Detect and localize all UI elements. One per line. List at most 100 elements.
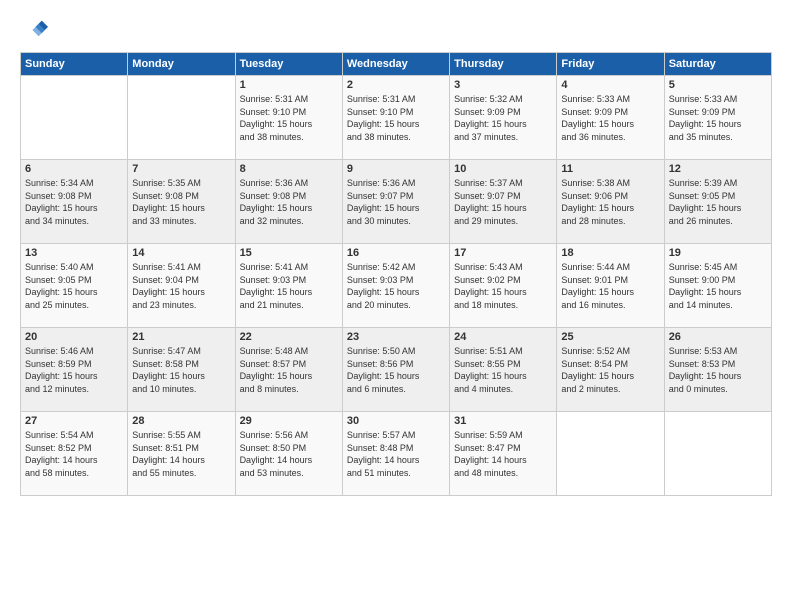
- day-info: Sunrise: 5:33 AM Sunset: 9:09 PM Dayligh…: [669, 93, 767, 143]
- day-number: 23: [347, 331, 445, 343]
- calendar-cell: 12Sunrise: 5:39 AM Sunset: 9:05 PM Dayli…: [664, 160, 771, 244]
- calendar-cell: 13 Sunrise: 5:40 AM Sunset: 9:05 PM Dayli…: [21, 244, 128, 328]
- day-number: 16: [347, 247, 445, 259]
- day-info: Sunrise: 5:51 AM Sunset: 8:55 PM Dayligh…: [454, 345, 552, 395]
- calendar-cell: 1 Sunrise: 5:31 AM Sunset: 9:10 PM Daylig…: [235, 76, 342, 160]
- day-info: Sunrise: 5:32 AM Sunset: 9:09 PM Dayligh…: [454, 93, 552, 143]
- calendar-cell: 5 Sunrise: 5:33 AM Sunset: 9:09 PM Daylig…: [664, 76, 771, 160]
- calendar-cell: 27 Sunrise: 5:54 AM Sunset: 8:52 PM Dayli…: [21, 412, 128, 496]
- day-info: Sunrise: 5:31 AM Sunset: 9:10 PM Dayligh…: [347, 93, 445, 143]
- day-number: 19: [669, 247, 767, 259]
- day-info: Sunrise: 5:31 AM Sunset: 9:10 PM Dayligh…: [240, 93, 338, 143]
- calendar-cell: 28 Sunrise: 5:55 AM Sunset: 8:51 PM Dayli…: [128, 412, 235, 496]
- calendar-cell: [21, 76, 128, 160]
- day-number: 2: [347, 79, 445, 91]
- day-number: 6: [25, 163, 123, 175]
- day-number: 17: [454, 247, 552, 259]
- day-number: 1: [240, 79, 338, 91]
- calendar-cell: 10 Sunrise: 5:37 AM Sunset: 9:07 PM Dayli…: [450, 160, 557, 244]
- day-info: Sunrise: 5:33 AM Sunset: 9:09 PM Dayligh…: [561, 93, 659, 143]
- calendar-cell: 15 Sunrise: 5:41 AM Sunset: 9:03 PM Dayli…: [235, 244, 342, 328]
- calendar-cell: 29 Sunrise: 5:56 AM Sunset: 8:50 PM Dayli…: [235, 412, 342, 496]
- day-number: 11: [561, 163, 659, 175]
- logo-icon: [20, 16, 48, 44]
- calendar-cell: 11 Sunrise: 5:38 AM Sunset: 9:06 PM Dayli…: [557, 160, 664, 244]
- calendar-cell: 26 Sunrise: 5:53 AM Sunset: 8:53 PM Dayli…: [664, 328, 771, 412]
- day-info: Sunrise: 5:52 AM Sunset: 8:54 PM Dayligh…: [561, 345, 659, 395]
- day-info: Sunrise: 5:34 AM Sunset: 9:08 PM Dayligh…: [25, 177, 123, 227]
- calendar-table: SundayMondayTuesdayWednesdayThursdayFrid…: [20, 52, 772, 496]
- day-number: 7: [132, 163, 230, 175]
- header-day-saturday: Saturday: [664, 53, 771, 76]
- day-info: Sunrise: 5:35 AM Sunset: 9:08 PM Dayligh…: [132, 177, 230, 227]
- calendar-cell: [557, 412, 664, 496]
- header: [20, 16, 772, 44]
- day-number: 15: [240, 247, 338, 259]
- day-info: Sunrise: 5:55 AM Sunset: 8:51 PM Dayligh…: [132, 429, 230, 479]
- day-info: Sunrise: 5:45 AM Sunset: 9:00 PM Dayligh…: [669, 261, 767, 311]
- day-info: Sunrise: 5:59 AM Sunset: 8:47 PM Dayligh…: [454, 429, 552, 479]
- header-day-sunday: Sunday: [21, 53, 128, 76]
- day-info: Sunrise: 5:41 AM Sunset: 9:03 PM Dayligh…: [240, 261, 338, 311]
- header-day-monday: Monday: [128, 53, 235, 76]
- day-number: 28: [132, 415, 230, 427]
- day-number: 13: [25, 247, 123, 259]
- day-number: 9: [347, 163, 445, 175]
- day-info: Sunrise: 5:56 AM Sunset: 8:50 PM Dayligh…: [240, 429, 338, 479]
- day-info: Sunrise: 5:39 AM Sunset: 9:05 PM Dayligh…: [669, 177, 767, 227]
- day-number: 5: [669, 79, 767, 91]
- day-number: 26: [669, 331, 767, 343]
- day-info: Sunrise: 5:38 AM Sunset: 9:06 PM Dayligh…: [561, 177, 659, 227]
- calendar-cell: 4Sunrise: 5:33 AM Sunset: 9:09 PM Daylig…: [557, 76, 664, 160]
- day-number: 30: [347, 415, 445, 427]
- calendar-cell: 19 Sunrise: 5:45 AM Sunset: 9:00 PM Dayli…: [664, 244, 771, 328]
- day-info: Sunrise: 5:53 AM Sunset: 8:53 PM Dayligh…: [669, 345, 767, 395]
- calendar-cell: 20 Sunrise: 5:46 AM Sunset: 8:59 PM Dayli…: [21, 328, 128, 412]
- day-info: Sunrise: 5:43 AM Sunset: 9:02 PM Dayligh…: [454, 261, 552, 311]
- day-info: Sunrise: 5:37 AM Sunset: 9:07 PM Dayligh…: [454, 177, 552, 227]
- calendar-cell: 18 Sunrise: 5:44 AM Sunset: 9:01 PM Dayli…: [557, 244, 664, 328]
- day-number: 18: [561, 247, 659, 259]
- calendar-cell: 3 Sunrise: 5:32 AM Sunset: 9:09 PM Daylig…: [450, 76, 557, 160]
- header-day-wednesday: Wednesday: [342, 53, 449, 76]
- day-number: 20: [25, 331, 123, 343]
- day-number: 27: [25, 415, 123, 427]
- header-day-tuesday: Tuesday: [235, 53, 342, 76]
- week-row-1: 1 Sunrise: 5:31 AM Sunset: 9:10 PM Daylig…: [21, 76, 772, 160]
- week-row-5: 27 Sunrise: 5:54 AM Sunset: 8:52 PM Dayli…: [21, 412, 772, 496]
- calendar-cell: 6 Sunrise: 5:34 AM Sunset: 9:08 PM Daylig…: [21, 160, 128, 244]
- header-day-friday: Friday: [557, 53, 664, 76]
- day-info: Sunrise: 5:46 AM Sunset: 8:59 PM Dayligh…: [25, 345, 123, 395]
- header-day-thursday: Thursday: [450, 53, 557, 76]
- day-info: Sunrise: 5:54 AM Sunset: 8:52 PM Dayligh…: [25, 429, 123, 479]
- calendar-cell: 8Sunrise: 5:36 AM Sunset: 9:08 PM Daylig…: [235, 160, 342, 244]
- calendar-cell: 21 Sunrise: 5:47 AM Sunset: 8:58 PM Dayli…: [128, 328, 235, 412]
- calendar-cell: 30 Sunrise: 5:57 AM Sunset: 8:48 PM Dayli…: [342, 412, 449, 496]
- calendar-cell: 9 Sunrise: 5:36 AM Sunset: 9:07 PM Daylig…: [342, 160, 449, 244]
- calendar-cell: 7 Sunrise: 5:35 AM Sunset: 9:08 PM Daylig…: [128, 160, 235, 244]
- header-row: SundayMondayTuesdayWednesdayThursdayFrid…: [21, 53, 772, 76]
- week-row-2: 6 Sunrise: 5:34 AM Sunset: 9:08 PM Daylig…: [21, 160, 772, 244]
- day-info: Sunrise: 5:42 AM Sunset: 9:03 PM Dayligh…: [347, 261, 445, 311]
- calendar-cell: 14Sunrise: 5:41 AM Sunset: 9:04 PM Dayli…: [128, 244, 235, 328]
- day-number: 3: [454, 79, 552, 91]
- calendar-cell: 22Sunrise: 5:48 AM Sunset: 8:57 PM Dayli…: [235, 328, 342, 412]
- day-info: Sunrise: 5:47 AM Sunset: 8:58 PM Dayligh…: [132, 345, 230, 395]
- day-number: 25: [561, 331, 659, 343]
- day-info: Sunrise: 5:41 AM Sunset: 9:04 PM Dayligh…: [132, 261, 230, 311]
- day-info: Sunrise: 5:40 AM Sunset: 9:05 PM Dayligh…: [25, 261, 123, 311]
- week-row-3: 13 Sunrise: 5:40 AM Sunset: 9:05 PM Dayli…: [21, 244, 772, 328]
- day-number: 22: [240, 331, 338, 343]
- calendar-cell: 17 Sunrise: 5:43 AM Sunset: 9:02 PM Dayli…: [450, 244, 557, 328]
- day-info: Sunrise: 5:44 AM Sunset: 9:01 PM Dayligh…: [561, 261, 659, 311]
- calendar-cell: [128, 76, 235, 160]
- day-number: 8: [240, 163, 338, 175]
- calendar-cell: 31Sunrise: 5:59 AM Sunset: 8:47 PM Dayli…: [450, 412, 557, 496]
- calendar-cell: 23Sunrise: 5:50 AM Sunset: 8:56 PM Dayli…: [342, 328, 449, 412]
- day-number: 24: [454, 331, 552, 343]
- day-info: Sunrise: 5:36 AM Sunset: 9:07 PM Dayligh…: [347, 177, 445, 227]
- day-number: 29: [240, 415, 338, 427]
- day-info: Sunrise: 5:57 AM Sunset: 8:48 PM Dayligh…: [347, 429, 445, 479]
- day-number: 10: [454, 163, 552, 175]
- day-number: 21: [132, 331, 230, 343]
